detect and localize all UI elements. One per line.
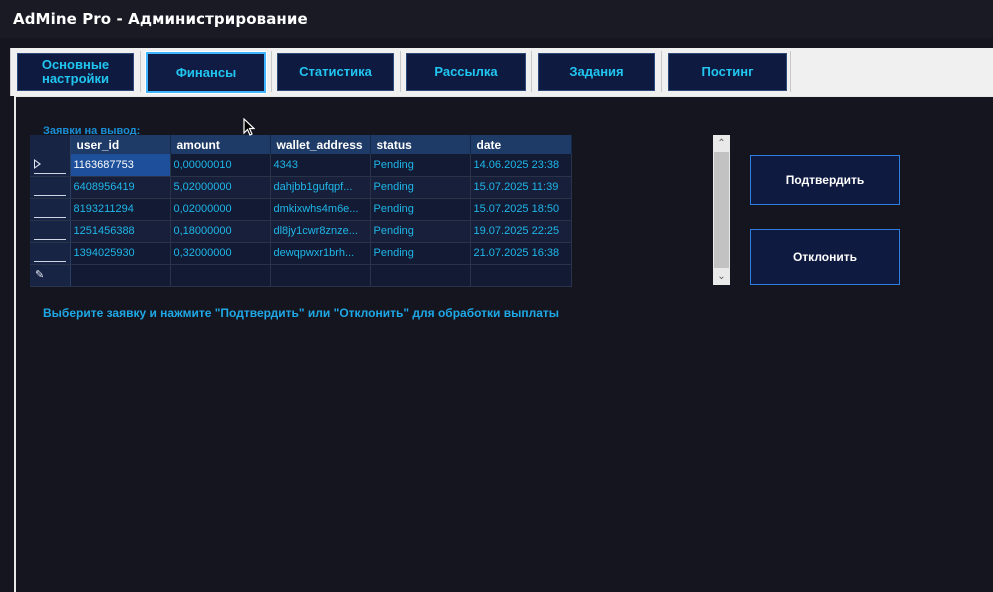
tab-tasks[interactable]: Задания <box>538 53 655 91</box>
cell-wallet-address[interactable]: dmkixwhs4m6e... <box>270 198 371 221</box>
cell-amount[interactable]: 0,00000010 <box>170 154 271 177</box>
cell-status[interactable]: Pending <box>370 176 471 199</box>
mouse-cursor-icon <box>243 118 255 136</box>
row-header[interactable] <box>30 176 71 199</box>
grid-corner-header[interactable] <box>30 135 71 154</box>
cell-user-id[interactable] <box>70 264 171 287</box>
cell-status[interactable]: Pending <box>370 154 471 177</box>
column-header-user-id[interactable]: user_id <box>70 135 171 154</box>
tab-separator <box>140 51 141 92</box>
cell-amount[interactable]: 0,18000000 <box>170 220 271 243</box>
reject-button[interactable]: Отклонить <box>750 229 900 285</box>
title-bar: AdMine Pro - Администрирование <box>0 0 993 38</box>
table-row[interactable]: 1394025930 0,32000000 dewqpwxr1brh... Pe… <box>30 242 572 265</box>
column-header-status[interactable]: status <box>370 135 471 154</box>
cell-date[interactable]: 21.07.2025 16:38 <box>470 242 572 265</box>
cell-amount[interactable]: 0,02000000 <box>170 198 271 221</box>
column-header-wallet-address[interactable]: wallet_address <box>270 135 371 154</box>
new-row[interactable]: ✎ <box>30 264 572 287</box>
tab-separator <box>790 51 791 92</box>
cell-status[interactable]: Pending <box>370 242 471 265</box>
cell-user-id[interactable]: 1163687753 <box>70 154 171 177</box>
row-header-divider <box>34 238 66 240</box>
cell-user-id[interactable]: 1394025930 <box>70 242 171 265</box>
tab-separator <box>400 51 401 92</box>
tab-strip: Основные настройки Финансы Статистика Ра… <box>10 48 993 96</box>
row-header-divider <box>34 172 66 174</box>
cell-user-id[interactable]: 1251456388 <box>70 220 171 243</box>
cell-date[interactable]: 15.07.2025 11:39 <box>470 176 572 199</box>
confirm-button[interactable]: Подтвердить <box>750 155 900 205</box>
tab-separator <box>271 51 272 92</box>
scroll-thumb[interactable] <box>714 152 729 268</box>
tab-mailing[interactable]: Рассылка <box>406 53 526 91</box>
cell-user-id[interactable]: 6408956419 <box>70 176 171 199</box>
scroll-up-icon[interactable]: ⌃ <box>713 135 730 152</box>
tab-statistics[interactable]: Статистика <box>277 53 394 91</box>
column-header-date[interactable]: date <box>470 135 572 154</box>
cell-amount[interactable] <box>170 264 271 287</box>
cell-wallet-address[interactable]: 4343 <box>270 154 371 177</box>
row-header-new[interactable]: ✎ <box>30 264 71 287</box>
table-row[interactable]: 1163687753 0,00000010 4343 Pending 14.06… <box>30 154 572 177</box>
cell-wallet-address[interactable]: dl8jy1cwr8znze... <box>270 220 371 243</box>
tab-posting[interactable]: Постинг <box>668 53 787 91</box>
new-row-icon: ✎ <box>35 268 45 281</box>
tab-separator <box>661 51 662 92</box>
row-header[interactable] <box>30 220 71 243</box>
cell-date[interactable]: 15.07.2025 18:50 <box>470 198 572 221</box>
row-header[interactable] <box>30 242 71 265</box>
cell-date[interactable] <box>470 264 572 287</box>
window-title: AdMine Pro - Администрирование <box>13 10 308 28</box>
grid-header-row: user_id amount wallet_address status dat… <box>30 135 572 154</box>
cell-status[interactable]: Pending <box>370 220 471 243</box>
cell-user-id[interactable]: 8193211294 <box>70 198 171 221</box>
table-row[interactable]: 6408956419 5,02000000 dahjbb1gufqpf... P… <box>30 176 572 199</box>
cell-wallet-address[interactable]: dahjbb1gufqpf... <box>270 176 371 199</box>
withdrawals-grid[interactable]: user_id amount wallet_address status dat… <box>30 135 572 287</box>
cell-date[interactable]: 14.06.2025 23:38 <box>470 154 572 177</box>
cell-amount[interactable]: 5,02000000 <box>170 176 271 199</box>
current-row-arrow-icon <box>34 159 41 169</box>
cell-date[interactable]: 19.07.2025 22:25 <box>470 220 572 243</box>
grid-scrollbar[interactable]: ⌃ ⌄ <box>713 135 730 285</box>
row-header[interactable] <box>30 198 71 221</box>
tab-main-settings[interactable]: Основные настройки <box>17 53 134 91</box>
cell-status[interactable]: Pending <box>370 198 471 221</box>
column-header-amount[interactable]: amount <box>170 135 271 154</box>
instruction-text: Выберите заявку и нажмите "Подтвердить" … <box>43 306 560 320</box>
tab-finance[interactable]: Финансы <box>145 51 267 94</box>
cell-wallet-address[interactable]: dewqpwxr1brh... <box>270 242 371 265</box>
cell-amount[interactable]: 0,32000000 <box>170 242 271 265</box>
row-header-divider <box>34 194 66 196</box>
cell-wallet-address[interactable] <box>270 264 371 287</box>
scroll-down-icon[interactable]: ⌄ <box>713 268 730 285</box>
row-header-divider <box>34 260 66 262</box>
table-row[interactable]: 1251456388 0,18000000 dl8jy1cwr8znze... … <box>30 220 572 243</box>
tab-separator <box>531 51 532 92</box>
table-row[interactable]: 8193211294 0,02000000 dmkixwhs4m6e... Pe… <box>30 198 572 221</box>
cell-status[interactable] <box>370 264 471 287</box>
row-header-current[interactable] <box>30 154 71 177</box>
row-header-divider <box>34 216 66 218</box>
